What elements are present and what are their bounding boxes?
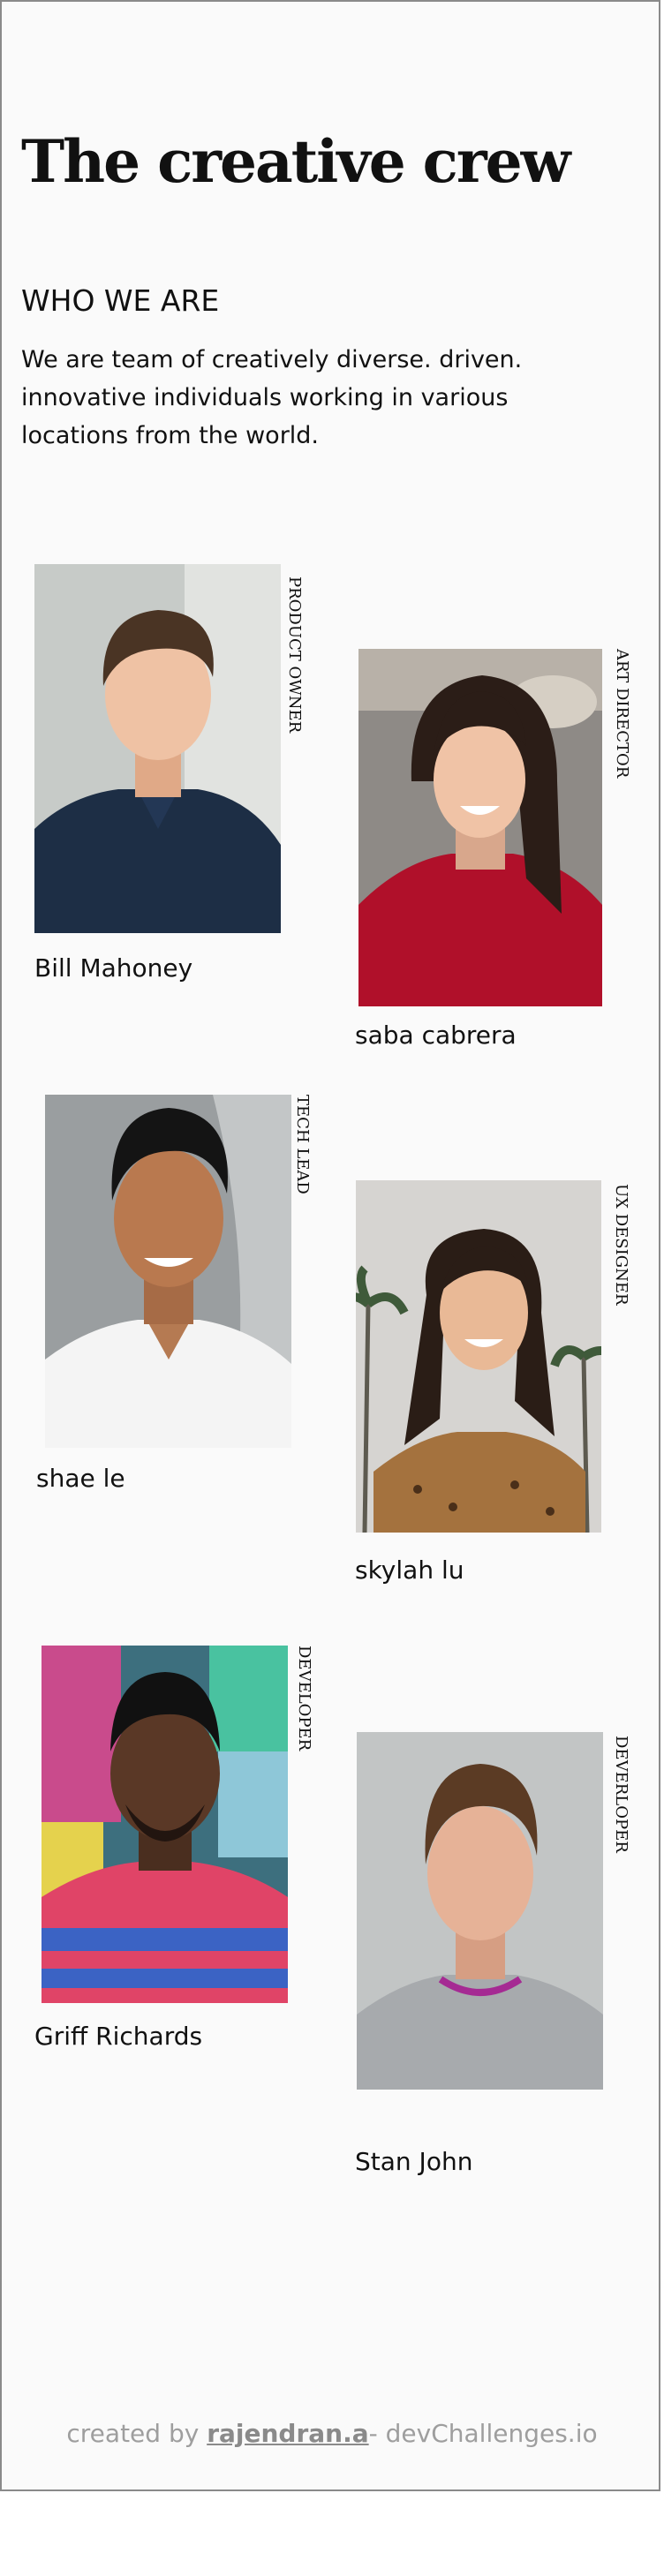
member-name: Griff Richards: [34, 2022, 203, 2051]
member-role: DEVELOPER: [295, 1646, 313, 1751]
member-role: DEVERLOPER: [612, 1736, 630, 1853]
member-photo: [356, 1180, 601, 1533]
page-frame: The creative crew WHO WE ARE We are team…: [0, 0, 660, 2491]
member-name: skylah lu: [355, 1555, 464, 1585]
intro-text: We are team of creatively diverse. drive…: [21, 346, 523, 449]
member-photo: [357, 1732, 603, 2090]
member-photo: [45, 1095, 291, 1448]
member-name: saba cabrera: [355, 1021, 517, 1050]
member-role: TECH LEAD: [293, 1095, 312, 1194]
member-role: ART DIRECTOR: [613, 649, 631, 779]
footer-suffix: - devChallenges.io: [368, 2419, 598, 2448]
member-photo: [358, 649, 602, 1006]
footer-credit: created by rajendran.a- devChallenges.io: [2, 2419, 662, 2448]
member-name: shae le: [36, 1464, 125, 1493]
member-photo: [42, 1646, 288, 2003]
member-role: UX DESIGNER: [612, 1184, 630, 1306]
footer-prefix: created by: [66, 2419, 200, 2448]
author-link[interactable]: rajendran.a: [207, 2419, 368, 2448]
member-role: PRODUCT OWNER: [285, 576, 304, 734]
member-name: Bill Mahoney: [34, 953, 193, 983]
member-name: Stan John: [355, 2147, 473, 2176]
page-title: The creative crew: [21, 127, 570, 196]
section-heading: WHO WE ARE: [21, 283, 220, 318]
member-photo: [34, 564, 281, 933]
